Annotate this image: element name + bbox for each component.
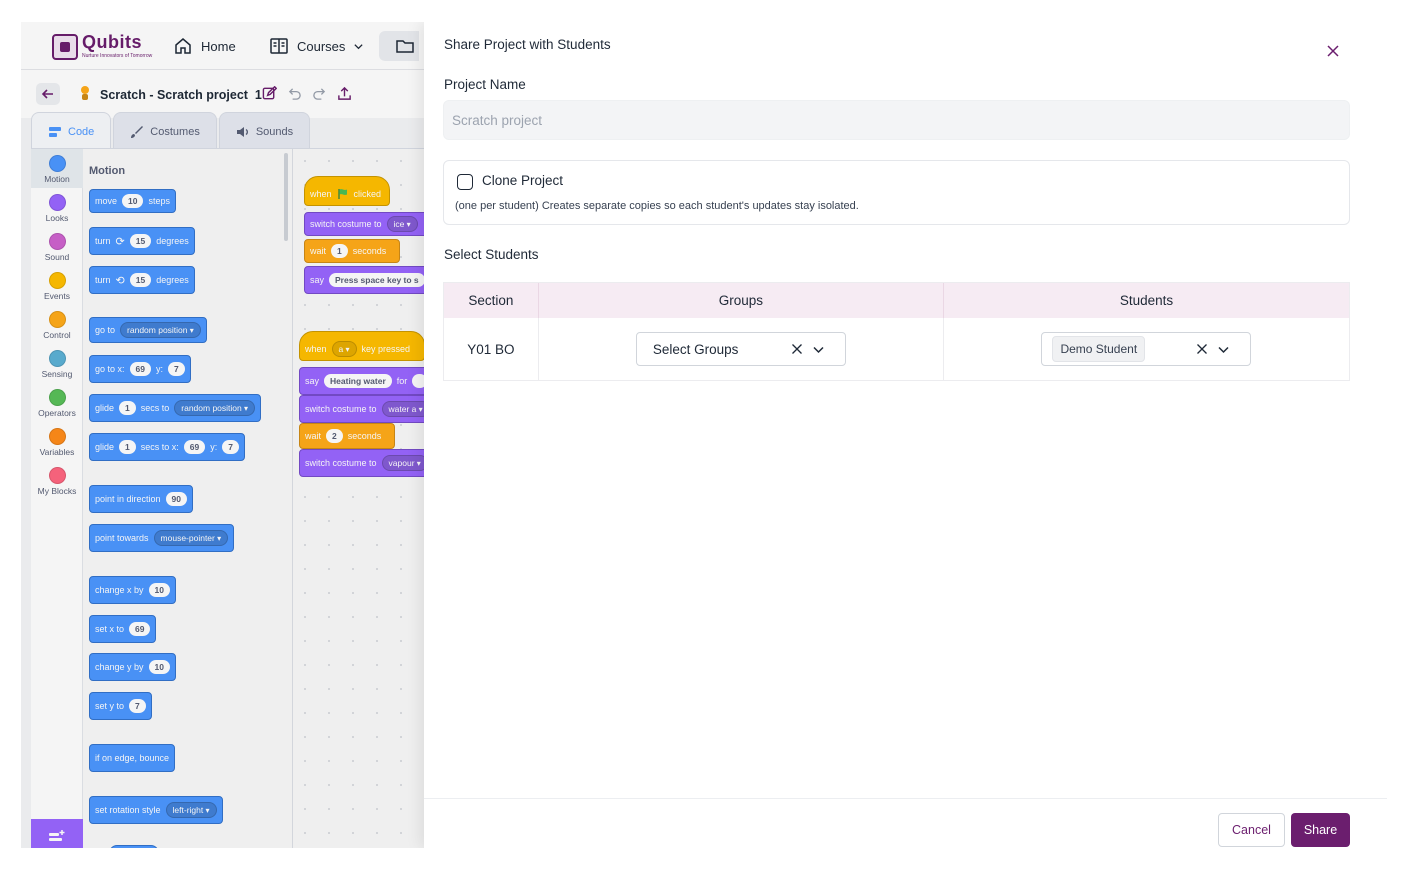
chevron-down-icon[interactable]	[1217, 343, 1230, 356]
clone-project-label[interactable]: Clone Project	[482, 173, 563, 188]
clone-project-checkbox[interactable]	[457, 174, 473, 190]
groups-select[interactable]: Select Groups	[635, 332, 846, 366]
project-name-input[interactable]	[443, 100, 1350, 140]
table-header-row: Section Groups Students	[444, 283, 1349, 318]
students-cell: Demo Student	[944, 318, 1349, 380]
students-select[interactable]: Demo Student	[1041, 332, 1252, 366]
column-header-students: Students	[1119, 293, 1174, 308]
cancel-button[interactable]: Cancel	[1218, 813, 1285, 847]
select-students-label: Select Students	[444, 247, 539, 262]
project-name-label: Project Name	[444, 77, 526, 92]
groups-cell: Select Groups	[539, 318, 944, 380]
share-dialog: Share Project with Students Project Name…	[424, 22, 1387, 848]
groups-select-placeholder: Select Groups	[652, 341, 739, 357]
clone-project-description: (one per student) Creates separate copie…	[455, 200, 859, 212]
clear-icon[interactable]	[791, 343, 803, 355]
close-icon[interactable]	[1326, 44, 1340, 58]
dialog-footer: Cancel Share	[424, 798, 1387, 848]
table-row: Y01 BO Select Groups Demo Student	[444, 318, 1349, 380]
backdrop-overlay[interactable]	[21, 22, 424, 848]
students-table: Section Groups Students Y01 BO Select Gr…	[443, 282, 1350, 381]
column-header-groups: Groups	[539, 283, 944, 318]
student-tag[interactable]: Demo Student	[1052, 336, 1146, 362]
app-window: Qubits Nurture Innovators of Tomorrow Ho…	[21, 22, 1387, 848]
column-header-section: Section	[444, 283, 539, 318]
clone-project-card: Clone Project (one per student) Creates …	[443, 160, 1350, 225]
share-button[interactable]: Share	[1291, 813, 1350, 847]
section-cell: Y01 BO	[444, 318, 539, 380]
dialog-title: Share Project with Students	[444, 37, 611, 52]
chevron-down-icon[interactable]	[812, 343, 825, 356]
clear-icon[interactable]	[1196, 343, 1208, 355]
